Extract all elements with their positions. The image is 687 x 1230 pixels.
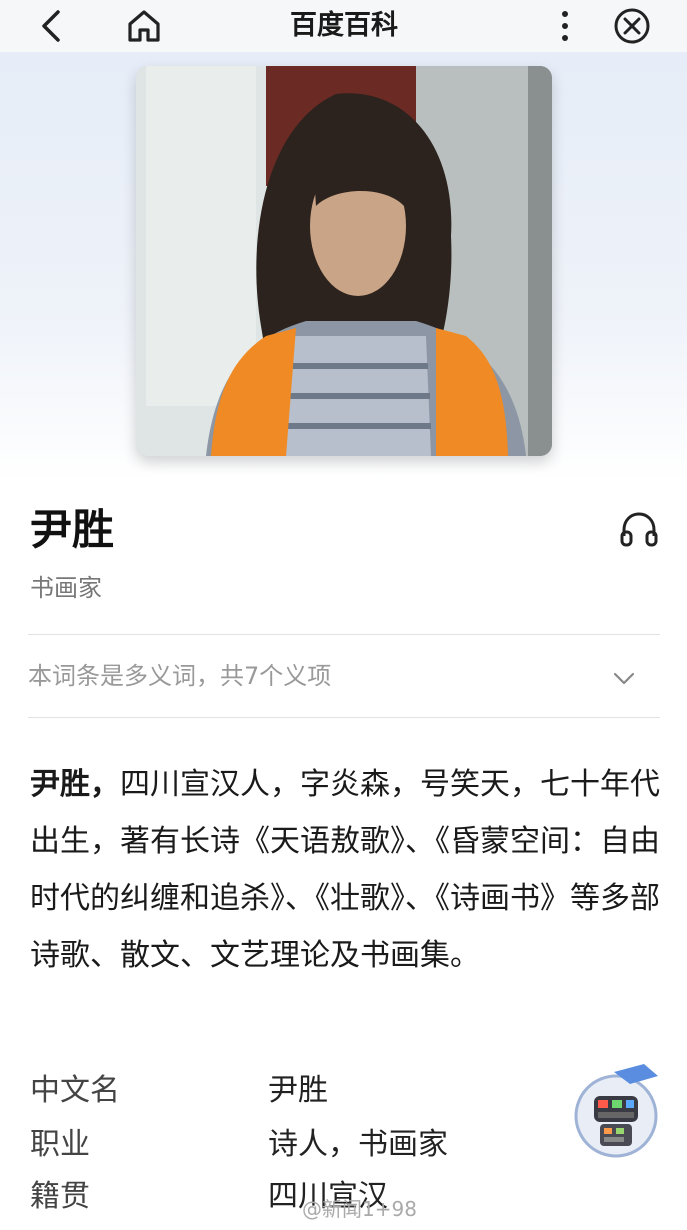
close-circle-icon	[614, 8, 650, 44]
portrait-illustration	[136, 66, 552, 456]
back-button[interactable]	[34, 8, 68, 44]
headphones-icon	[620, 512, 658, 547]
page-title: 百度百科	[290, 10, 398, 41]
info-row: 职业 诗人，书画家	[30, 1120, 570, 1170]
robot-assistant-icon	[574, 1064, 658, 1158]
home-icon	[128, 10, 160, 42]
polysemy-text: 本词条是多义词，共7个义项	[28, 662, 332, 690]
audio-button[interactable]	[618, 508, 660, 550]
info-value: 尹胜	[268, 1073, 328, 1108]
home-button[interactable]	[124, 6, 164, 46]
entry-subtitle: 书画家	[30, 574, 102, 602]
assistant-button[interactable]	[574, 1062, 664, 1158]
info-row: 籍贯 四川宣汉	[30, 1172, 570, 1222]
chevron-down-icon	[613, 672, 635, 685]
watermark: @新闻1+98	[302, 1197, 417, 1221]
info-row: 中文名 尹胜	[30, 1066, 570, 1116]
chevron-left-icon	[42, 10, 60, 42]
summary-text: 四川宣汉人，字炎森，号笑天，七十年代出生，著有长诗《天语敖歌》、《昏蒙空间：自由…	[30, 767, 660, 973]
info-key: 中文名	[30, 1073, 120, 1108]
info-key: 籍贯	[30, 1179, 90, 1214]
more-button[interactable]	[550, 6, 580, 46]
summary-paragraph: 尹胜，四川宣汉人，字炎森，号笑天，七十年代出生，著有长诗《天语敖歌》、《昏蒙空间…	[30, 756, 660, 984]
polysemy-selector[interactable]: 本词条是多义词，共7个义项	[28, 634, 660, 718]
entry-title: 尹胜	[30, 505, 115, 554]
info-value: 诗人，书画家	[268, 1127, 448, 1162]
info-key: 职业	[30, 1127, 90, 1162]
divider	[28, 717, 660, 718]
more-vertical-icon	[562, 11, 568, 41]
summary-name: 尹胜，	[30, 767, 120, 802]
portrait-photo[interactable]	[136, 66, 552, 456]
close-button[interactable]	[612, 6, 652, 46]
top-nav-bar: 百度百科	[0, 0, 687, 52]
